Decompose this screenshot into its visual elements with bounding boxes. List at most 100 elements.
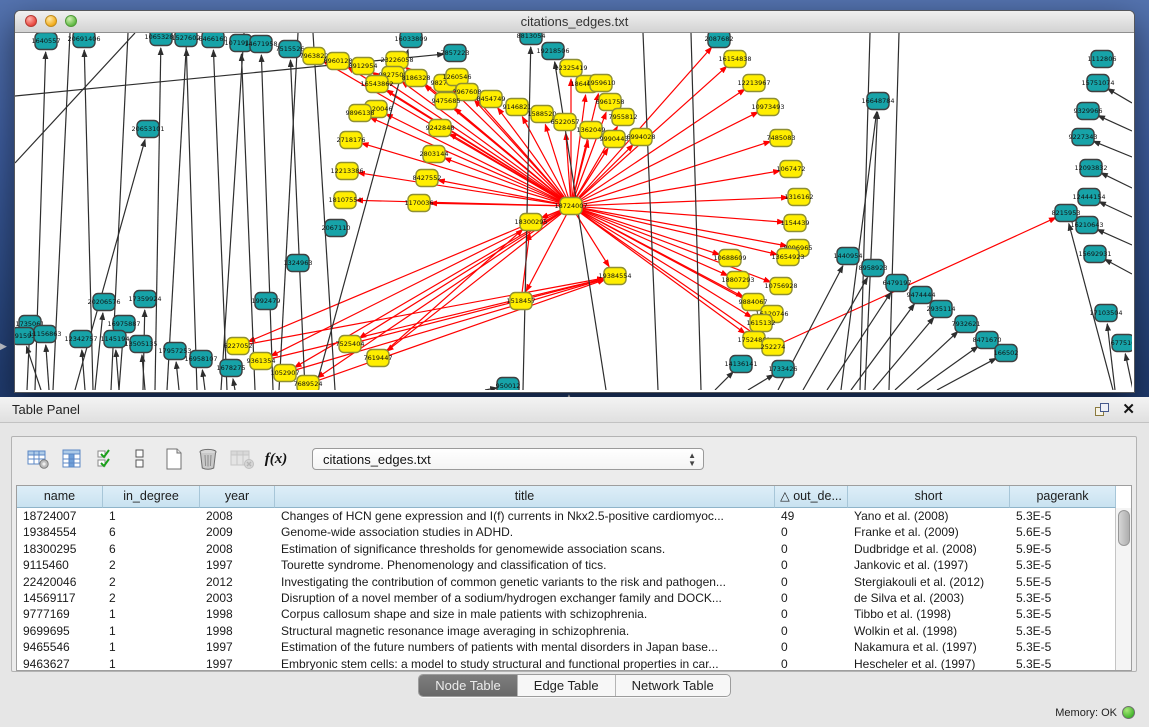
table-cell[interactable]: 18724007 <box>17 508 103 524</box>
table-cell[interactable]: Structural magnetic resonance image aver… <box>275 623 775 639</box>
select-rows-icon[interactable] <box>92 445 120 473</box>
table-cell[interactable]: Jankovic et al. (1997) <box>848 557 1010 573</box>
table-cell[interactable]: Stergiakouli et al. (2012) <box>848 574 1010 590</box>
table-row[interactable]: 946362711997Embryonic stem cells: a mode… <box>17 656 1116 671</box>
table-cell[interactable]: 0 <box>775 656 848 671</box>
table-cell[interactable]: 0 <box>775 557 848 573</box>
table-cell[interactable]: 0 <box>775 639 848 655</box>
table-cell[interactable]: 0 <box>775 574 848 590</box>
table-cell[interactable]: 0 <box>775 606 848 622</box>
table-cell[interactable]: 22420046 <box>17 574 103 590</box>
table-cell[interactable]: 5.3E-5 <box>1010 639 1116 655</box>
table-cell[interactable]: 9463627 <box>17 656 103 671</box>
table-row[interactable]: 1872400712008Changes of HCN gene express… <box>17 508 1116 524</box>
table-cell[interactable]: 2008 <box>200 508 275 524</box>
table-cell[interactable]: Embryonic stem cells: a model to study s… <box>275 656 775 671</box>
table-cell[interactable]: 6 <box>103 541 200 557</box>
table-cell[interactable]: 1997 <box>200 557 275 573</box>
column-view-icon[interactable] <box>126 445 154 473</box>
table-cell[interactable]: Franke et al. (2009) <box>848 524 1010 540</box>
column-header-in_degree[interactable]: in_degree <box>103 486 200 508</box>
table-cell[interactable]: 49 <box>775 508 848 524</box>
memory-status-icon[interactable] <box>1122 706 1135 719</box>
column-header-title[interactable]: title <box>275 486 775 508</box>
panel-collapse-arrow[interactable]: ▶ <box>0 341 7 352</box>
table-cell[interactable]: 1 <box>103 508 200 524</box>
table-cell[interactable]: 0 <box>775 623 848 639</box>
table-cell[interactable]: 1997 <box>200 639 275 655</box>
table-cell[interactable]: 2 <box>103 590 200 606</box>
column-header-pagerank[interactable]: pagerank <box>1010 486 1116 508</box>
show-columns-icon[interactable] <box>58 445 86 473</box>
column-header-name[interactable]: name <box>17 486 103 508</box>
close-window-button[interactable] <box>25 15 37 27</box>
table-cell[interactable]: Yano et al. (2008) <box>848 508 1010 524</box>
table-cell[interactable]: Estimation of significance thresholds fo… <box>275 541 775 557</box>
function-builder-icon[interactable]: f(x) <box>262 445 290 473</box>
minimize-window-button[interactable] <box>45 15 57 27</box>
table-cell[interactable]: 5.5E-5 <box>1010 574 1116 590</box>
float-panel-icon[interactable] <box>1095 403 1109 416</box>
tab-node-table[interactable]: Node Table <box>419 675 518 696</box>
table-cell[interactable]: 2012 <box>200 574 275 590</box>
table-cell[interactable]: 5.6E-5 <box>1010 524 1116 540</box>
table-cell[interactable]: Tourette syndrome. Phenomenology and cla… <box>275 557 775 573</box>
delete-table-icon[interactable] <box>228 445 256 473</box>
table-cell[interactable]: 1998 <box>200 606 275 622</box>
table-cell[interactable]: Estimation of the future numbers of pati… <box>275 639 775 655</box>
table-cell[interactable]: Nakamura et al. (1997) <box>848 639 1010 655</box>
table-settings-icon[interactable] <box>24 445 52 473</box>
window-titlebar[interactable]: citations_edges.txt <box>15 11 1134 33</box>
table-cell[interactable]: Corpus callosum shape and size in male p… <box>275 606 775 622</box>
table-cell[interactable]: 5.9E-5 <box>1010 541 1116 557</box>
table-cell[interactable]: 1 <box>103 656 200 671</box>
network-view-window[interactable]: citations_edges.txt 16405572069140610653… <box>14 10 1135 393</box>
table-cell[interactable]: 1997 <box>200 656 275 671</box>
table-cell[interactable]: Disruption of a novel member of a sodium… <box>275 590 775 606</box>
table-cell[interactable]: 9777169 <box>17 606 103 622</box>
table-cell[interactable]: 2 <box>103 574 200 590</box>
zoom-window-button[interactable] <box>65 15 77 27</box>
table-cell[interactable]: 5.3E-5 <box>1010 623 1116 639</box>
table-row[interactable]: 946554611997Estimation of the future num… <box>17 639 1116 655</box>
table-cell[interactable]: 1 <box>103 639 200 655</box>
table-selector-dropdown[interactable]: citations_edges.txt ▲▼ <box>312 448 704 470</box>
tab-network-table[interactable]: Network Table <box>616 675 730 696</box>
table-cell[interactable]: 9699695 <box>17 623 103 639</box>
tab-edge-table[interactable]: Edge Table <box>518 675 616 696</box>
table-cell[interactable]: Wolkin et al. (1998) <box>848 623 1010 639</box>
column-header-short[interactable]: short <box>848 486 1010 508</box>
table-row[interactable]: 911546021997Tourette syndrome. Phenomeno… <box>17 557 1116 573</box>
table-cell[interactable]: de Silva et al. (2003) <box>848 590 1010 606</box>
table-row[interactable]: 1938455462009Genome-wide association stu… <box>17 524 1116 540</box>
table-cell[interactable]: 2003 <box>200 590 275 606</box>
table-cell[interactable]: 1 <box>103 623 200 639</box>
table-cell[interactable]: 1 <box>103 606 200 622</box>
table-cell[interactable]: Investigating the contribution of common… <box>275 574 775 590</box>
table-cell[interactable]: 2 <box>103 557 200 573</box>
table-cell[interactable]: 5.3E-5 <box>1010 508 1116 524</box>
table-row[interactable]: 1830029562008Estimation of significance … <box>17 541 1116 557</box>
table-cell[interactable]: Hescheler et al. (1997) <box>848 656 1010 671</box>
table-row[interactable]: 977716911998Corpus callosum shape and si… <box>17 606 1116 622</box>
table-row[interactable]: 2242004622012Investigating the contribut… <box>17 574 1116 590</box>
table-cell[interactable]: Genome-wide association studies in ADHD. <box>275 524 775 540</box>
table-cell[interactable]: 19384554 <box>17 524 103 540</box>
table-cell[interactable]: 5.3E-5 <box>1010 656 1116 671</box>
close-panel-icon[interactable]: ✕ <box>1122 400 1135 418</box>
table-cell[interactable]: 5.3E-5 <box>1010 606 1116 622</box>
table-cell[interactable]: 14569117 <box>17 590 103 606</box>
new-table-icon[interactable] <box>160 445 188 473</box>
table-cell[interactable]: 0 <box>775 524 848 540</box>
table-cell[interactable]: 1998 <box>200 623 275 639</box>
table-cell[interactable]: 0 <box>775 541 848 557</box>
table-cell[interactable]: 5.3E-5 <box>1010 590 1116 606</box>
delete-rows-icon[interactable] <box>194 445 222 473</box>
table-cell[interactable]: 9465546 <box>17 639 103 655</box>
table-cell[interactable]: Dudbridge et al. (2008) <box>848 541 1010 557</box>
table-cell[interactable]: 6 <box>103 524 200 540</box>
column-header-year[interactable]: year <box>200 486 275 508</box>
scrollbar-thumb[interactable] <box>1118 510 1130 546</box>
table-cell[interactable]: 0 <box>775 590 848 606</box>
table-row[interactable]: 1456911722003Disruption of a novel membe… <box>17 590 1116 606</box>
